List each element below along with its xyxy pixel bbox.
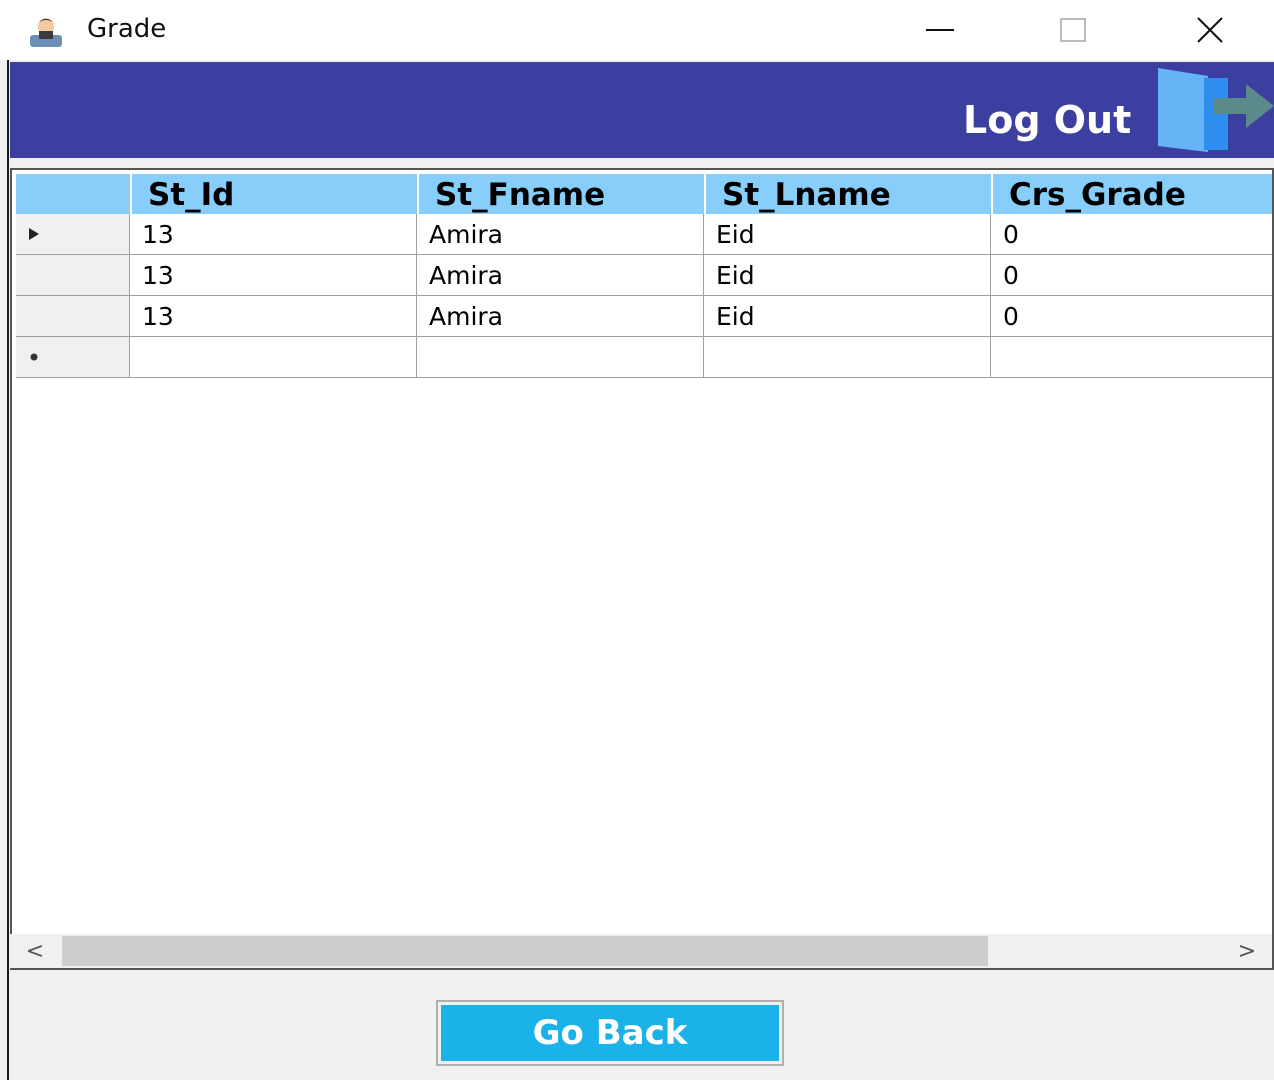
- go-back-button[interactable]: Go Back: [436, 1000, 784, 1066]
- row-header[interactable]: [16, 214, 130, 255]
- go-back-label: Go Back: [441, 1005, 779, 1061]
- cell-st-lname[interactable]: [704, 337, 991, 378]
- minimize-icon: [926, 29, 954, 31]
- new-row[interactable]: [12, 337, 1272, 378]
- column-header-st-lname[interactable]: St_Lname: [706, 174, 993, 214]
- column-header-st-id[interactable]: St_Id: [132, 174, 419, 214]
- row-header[interactable]: [16, 296, 130, 337]
- window-title: Grade: [87, 14, 167, 44]
- maximize-icon: [1060, 18, 1086, 42]
- cell-st-lname[interactable]: Eid: [704, 296, 991, 337]
- cell-st-id[interactable]: 13: [130, 255, 417, 296]
- door-exit-icon[interactable]: [1150, 62, 1274, 158]
- window-border: [7, 60, 9, 1080]
- chevron-right-icon: >: [1237, 938, 1257, 964]
- title-bar: Grade: [0, 0, 1274, 60]
- cell-st-id[interactable]: 13: [130, 296, 417, 337]
- horizontal-scrollbar[interactable]: < >: [10, 934, 1272, 968]
- scroll-left-button[interactable]: <: [10, 934, 60, 968]
- cell-st-lname[interactable]: Eid: [704, 214, 991, 255]
- column-header-crs-grade[interactable]: Crs_Grade: [993, 174, 1272, 214]
- row-header-corner: [16, 174, 132, 214]
- cell-st-fname[interactable]: Amira: [417, 255, 704, 296]
- scroll-thumb[interactable]: [62, 936, 988, 966]
- row-header[interactable]: [16, 255, 130, 296]
- close-button[interactable]: [1165, 0, 1255, 60]
- table-row[interactable]: 13 Amira Eid 0: [12, 255, 1272, 296]
- column-header-st-fname[interactable]: St_Fname: [419, 174, 706, 214]
- cell-st-lname[interactable]: Eid: [704, 255, 991, 296]
- logout-label[interactable]: Log Out: [963, 98, 1131, 142]
- grades-data-grid[interactable]: St_Id St_Fname St_Lname Crs_Grade 13 Ami…: [10, 168, 1274, 970]
- cell-st-id[interactable]: 13: [130, 214, 417, 255]
- table-row[interactable]: 13 Amira Eid 0: [12, 214, 1272, 255]
- minimize-button[interactable]: [895, 0, 985, 60]
- cell-crs-grade[interactable]: [991, 337, 1272, 378]
- cell-crs-grade[interactable]: 0: [991, 214, 1272, 255]
- cell-st-fname[interactable]: Amira: [417, 214, 704, 255]
- cell-st-fname[interactable]: [417, 337, 704, 378]
- user-avatar-icon: [30, 18, 62, 47]
- cell-crs-grade[interactable]: 0: [991, 296, 1272, 337]
- grid-header-row: St_Id St_Fname St_Lname Crs_Grade: [12, 174, 1272, 214]
- close-icon: [1197, 17, 1223, 43]
- cell-st-id[interactable]: [130, 337, 417, 378]
- maximize-button[interactable]: [1028, 0, 1118, 60]
- chevron-left-icon: <: [25, 938, 45, 964]
- new-row-star-icon: [30, 353, 38, 361]
- cell-st-fname[interactable]: Amira: [417, 296, 704, 337]
- scroll-right-button[interactable]: >: [1222, 934, 1272, 968]
- current-row-arrow-icon: [29, 228, 39, 240]
- row-header[interactable]: [16, 337, 130, 378]
- table-row[interactable]: 13 Amira Eid 0: [12, 296, 1272, 337]
- cell-crs-grade[interactable]: 0: [991, 255, 1272, 296]
